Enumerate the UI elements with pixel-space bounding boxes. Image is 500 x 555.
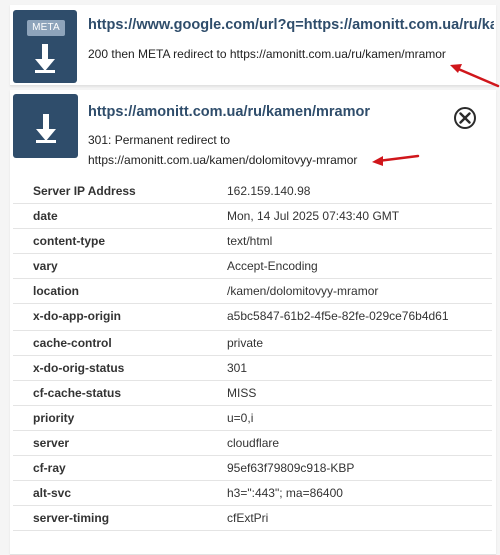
header-row: date Mon, 14 Jul 2025 07:43:40 GMT <box>13 204 492 229</box>
header-key: priority <box>33 411 75 425</box>
redirect-step-1: META https://www.google.com/url?q=https:… <box>10 5 496 86</box>
redirect-step-icon: META <box>13 10 77 83</box>
header-row: priority u=0,i <box>13 406 492 431</box>
header-value: MISS <box>227 386 257 400</box>
header-row: server cloudflare <box>13 431 492 456</box>
header-row: x-do-app-origin a5bc5847-61b2-4f5e-82fe-0… <box>13 304 492 331</box>
header-key: x-do-orig-status <box>33 361 125 375</box>
header-value: h3=":443"; ma=86400 <box>227 486 343 500</box>
header-row: vary Accept-Encoding <box>13 254 492 279</box>
header-value: private <box>227 336 264 350</box>
header-key: server-timing <box>33 511 110 525</box>
redirect-url[interactable]: https://amonitt.com.ua/ru/kamen/mramor <box>88 104 370 120</box>
header-key: vary <box>33 259 58 273</box>
redirect-target-url: https://amonitt.com.ua/kamen/dolomitovyy… <box>88 153 358 167</box>
header-key: cf-ray <box>33 461 66 475</box>
header-value: cloudflare <box>227 436 280 450</box>
header-value: 162.159.140.98 <box>227 184 311 198</box>
header-value: Mon, 14 Jul 2025 07:43:40 GMT <box>227 209 400 223</box>
header-value: cfExtPri <box>227 511 269 525</box>
header-key: location <box>33 284 80 298</box>
header-value: 95ef63f79809c918-KBP <box>227 461 355 475</box>
header-key: cf-cache-status <box>33 386 122 400</box>
redirect-description: 301: Permanent redirect to https://amoni… <box>88 130 388 170</box>
header-key: alt-svc <box>33 486 72 500</box>
header-row: server-timing cfExtPri <box>13 506 492 531</box>
header-key: cache-control <box>33 336 112 350</box>
header-value: 301 <box>227 361 248 375</box>
header-row: cache-control private <box>13 331 492 356</box>
redirect-status-text: 301: Permanent redirect to <box>88 133 231 147</box>
header-row: cf-cache-status MISS <box>13 381 492 406</box>
header-value: a5bc5847-61b2-4f5e-82fe-029ce76b4d61 <box>227 309 449 323</box>
close-icon <box>459 112 471 124</box>
redirect-step-icon <box>13 94 78 158</box>
down-arrow-icon <box>35 44 55 73</box>
close-circle-icon[interactable] <box>454 107 476 129</box>
header-value: text/html <box>227 234 273 248</box>
header-row: location/kamen/dolomitovyy-mramor <box>13 279 492 304</box>
header-key: Server IP Address <box>33 184 136 198</box>
meta-badge: META <box>27 20 65 36</box>
header-value: Accept-Encoding <box>227 259 318 273</box>
header-value: u=0,i <box>227 411 254 425</box>
response-headers-table: Server IP Address 162.159.140.98 date Mon,… <box>13 179 492 531</box>
header-value: /kamen/dolomitovyy-mramor <box>227 284 379 298</box>
header-row: alt-svc h3=":443"; ma=86400 <box>13 481 492 506</box>
header-row: cf-ray 95ef63f79809c918-KBP <box>13 456 492 481</box>
header-key: x-do-app-origin <box>33 309 121 323</box>
header-row: content-type text/html <box>13 229 492 254</box>
redirect-description: 200 then META redirect to https://amonit… <box>88 47 446 61</box>
header-key: content-type <box>33 234 105 248</box>
header-key: date <box>33 209 58 223</box>
redirect-step-2: https://amonitt.com.ua/ru/kamen/mramor 3… <box>10 90 496 555</box>
down-arrow-icon <box>35 114 56 143</box>
redirect-url[interactable]: https://www.google.com/url?q=https://amo… <box>88 17 494 33</box>
header-row: x-do-orig-status 301 <box>13 356 492 381</box>
header-row: Server IP Address 162.159.140.98 <box>13 179 492 204</box>
header-key: server <box>33 436 70 450</box>
